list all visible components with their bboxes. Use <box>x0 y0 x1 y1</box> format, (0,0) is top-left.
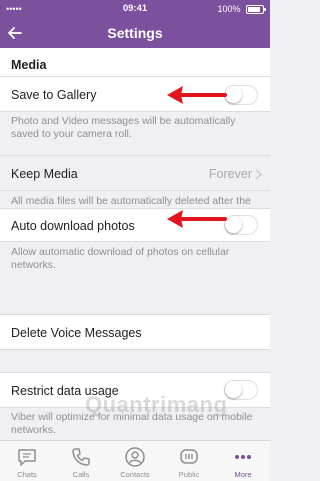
phone-icon <box>72 448 90 466</box>
public-icon <box>180 449 198 464</box>
save-to-gallery-note: Photo and Video messages will be automat… <box>11 115 236 140</box>
watermark-text: Quantrimang <box>85 392 228 417</box>
section-header-media: Media <box>0 48 270 76</box>
setting-save-to-gallery[interactable]: Save to Gallery <box>0 77 270 111</box>
auto-download-label: Auto download photos <box>11 219 135 233</box>
status-bar: ••••• 09:41 100% <box>0 0 270 18</box>
tab-chats[interactable]: Chats <box>0 441 54 481</box>
red-arrow-annotation-icon <box>167 86 227 104</box>
tab-label: Contacts <box>120 470 150 479</box>
keep-media-value: Forever <box>208 167 252 181</box>
keep-media-label: Keep Media <box>11 167 78 181</box>
save-to-gallery-toggle[interactable] <box>224 85 258 105</box>
tab-label: Public <box>178 470 200 479</box>
red-arrow-annotation-icon <box>167 210 227 228</box>
tab-bar: Chats Calls Contacts Public More <box>0 440 270 481</box>
chat-icon <box>18 449 36 466</box>
restrict-data-toggle[interactable] <box>224 380 258 400</box>
divider <box>0 241 270 242</box>
delete-voice-label: Delete Voice Messages <box>11 326 142 340</box>
page-title: Settings <box>107 25 163 41</box>
tab-more[interactable]: More <box>216 441 270 481</box>
tab-public[interactable]: Public <box>162 441 216 481</box>
tab-label: More <box>234 470 252 479</box>
battery-icon <box>246 5 266 15</box>
auto-download-note: Allow automatic download of photos on ce… <box>11 246 230 271</box>
setting-keep-media[interactable]: Keep Media Forever <box>0 156 270 190</box>
chevron-right-icon <box>255 169 262 180</box>
setting-delete-voice-messages[interactable]: Delete Voice Messages <box>0 315 270 349</box>
divider <box>0 111 270 112</box>
divider <box>0 349 270 350</box>
battery-percent: 100% <box>217 4 241 14</box>
battery-indicator: 100% <box>217 4 266 15</box>
nav-bar: Settings <box>0 18 270 48</box>
tab-label: Calls <box>72 470 90 479</box>
tab-calls[interactable]: Calls <box>54 441 108 481</box>
save-to-gallery-label: Save to Gallery <box>11 88 97 102</box>
section-title-media: Media <box>11 58 47 72</box>
divider <box>0 190 270 191</box>
more-icon <box>235 455 251 459</box>
tab-contacts[interactable]: Contacts <box>108 441 162 481</box>
setting-auto-download[interactable]: Auto download photos <box>0 209 270 241</box>
auto-download-toggle[interactable] <box>224 215 258 235</box>
tab-label: Chats <box>17 470 37 479</box>
contacts-icon <box>125 447 145 467</box>
